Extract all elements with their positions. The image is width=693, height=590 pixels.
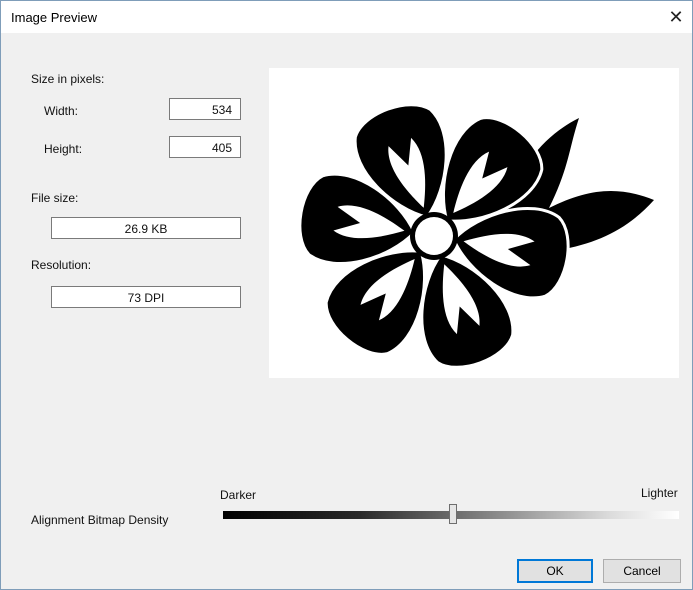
file-size-label: File size:	[31, 191, 79, 205]
image-preview-pane	[269, 68, 679, 378]
title-bar: Image Preview ✕	[1, 1, 692, 33]
flower-image	[298, 103, 654, 369]
density-slider-thumb[interactable]	[449, 504, 457, 524]
window-title: Image Preview	[11, 10, 97, 25]
ok-button[interactable]: OK	[517, 559, 593, 583]
height-label: Height:	[44, 142, 83, 156]
size-heading: Size in pixels:	[31, 72, 105, 86]
resolution-label: Resolution:	[31, 258, 92, 272]
image-preview-dialog: Image Preview ✕ Size in pixels: Width: 5…	[0, 0, 693, 590]
density-darker-label: Darker	[220, 488, 257, 502]
width-field: 534	[169, 98, 241, 120]
density-label: Alignment Bitmap Density	[31, 513, 169, 527]
height-field: 405	[169, 136, 241, 158]
resolution-field: 73 DPI	[51, 286, 241, 308]
density-lighter-label: Lighter	[641, 486, 678, 500]
cancel-button[interactable]: Cancel	[603, 559, 681, 583]
close-icon[interactable]: ✕	[664, 5, 688, 29]
width-label: Width:	[44, 104, 79, 118]
file-size-field: 26.9 KB	[51, 217, 241, 239]
